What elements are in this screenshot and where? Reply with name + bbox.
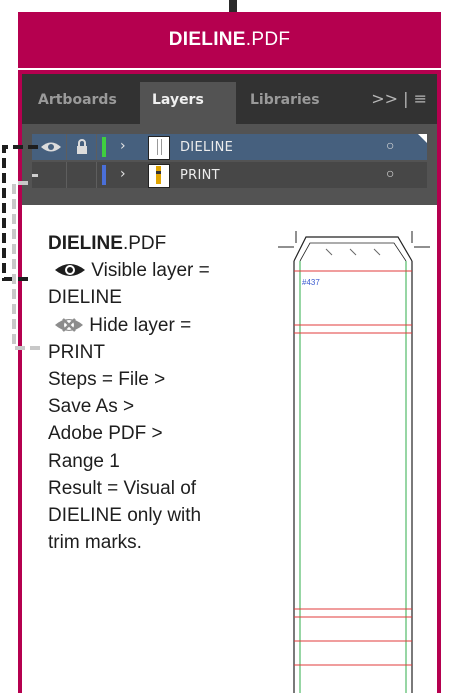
lid-outline xyxy=(293,236,413,262)
lock-icon[interactable] xyxy=(76,139,88,155)
steps-line-3: Adobe PDF > xyxy=(48,423,163,445)
perforation-mark xyxy=(373,248,381,256)
hidden-eye-icon xyxy=(55,317,83,332)
tab-layers[interactable]: Layers xyxy=(152,92,204,108)
chevron-right-icon[interactable]: › xyxy=(120,166,126,182)
layer-thumbnail xyxy=(148,164,170,188)
selection-corner-indicator xyxy=(418,134,427,143)
row-divider xyxy=(66,162,67,188)
target-circle-icon[interactable]: ○ xyxy=(386,137,394,153)
layer-name-print[interactable]: PRINT xyxy=(180,168,220,183)
visible-layer-line: Visible layer = xyxy=(48,257,273,284)
hidden-layer-line: Hide layer = xyxy=(48,312,273,339)
visible-eye-icon xyxy=(55,264,85,277)
eye-icon[interactable] xyxy=(40,140,62,154)
body-outline xyxy=(293,261,413,693)
steps-line-2: Save As > xyxy=(48,396,135,418)
perforation-mark xyxy=(325,248,333,256)
hidden-eye-slot[interactable] xyxy=(32,174,38,177)
layer-thumbnail xyxy=(148,136,170,160)
instruction-title: DIELINE.PDF xyxy=(48,233,167,254)
result-line-2: DIELINE only with xyxy=(48,505,202,527)
banner-extension: .PDF xyxy=(245,29,291,50)
result-line-3: trim marks. xyxy=(48,532,142,554)
row-divider xyxy=(96,162,97,188)
layer-row-dieline[interactable]: › DIELINE ○ xyxy=(32,134,427,160)
banner-filename: DIELINE xyxy=(168,29,246,50)
hidden-layer-value: PRINT xyxy=(48,341,105,363)
connector-bar xyxy=(229,0,237,12)
result-line-1: Result = Visual of xyxy=(48,477,197,499)
layer-color-swatch xyxy=(102,165,106,185)
row-divider xyxy=(96,134,97,160)
visible-layer-value: DIELINE xyxy=(48,287,122,309)
instruction-text: DIELINE.PDF Visible layer = DIELINE Hide… xyxy=(48,230,273,556)
dieline-preview: #437 xyxy=(278,231,430,693)
steps-line-4: Range 1 xyxy=(48,450,120,472)
perforation-mark xyxy=(349,248,357,256)
layers-panel: Artboards Layers Libraries >> | ≡ › DIEL… xyxy=(22,74,437,205)
panel-tab-bar: Artboards Layers Libraries >> | ≡ xyxy=(22,74,437,124)
layer-color-swatch xyxy=(102,137,106,157)
layer-row-print[interactable]: › PRINT ○ xyxy=(32,162,427,188)
tab-libraries[interactable]: Libraries xyxy=(250,92,320,108)
row-divider xyxy=(66,134,67,160)
file-name-banner: DIELINE .PDF xyxy=(18,12,441,68)
steps-line-1: Steps = File > xyxy=(48,369,166,391)
tab-artboards[interactable]: Artboards xyxy=(38,92,117,108)
target-circle-icon[interactable]: ○ xyxy=(386,165,394,181)
layer-name-dieline[interactable]: DIELINE xyxy=(180,140,233,155)
chevron-right-icon[interactable]: › xyxy=(120,138,126,154)
dieline-label: #437 xyxy=(302,278,320,287)
panel-menu-icon[interactable]: >> | ≡ xyxy=(371,89,427,108)
